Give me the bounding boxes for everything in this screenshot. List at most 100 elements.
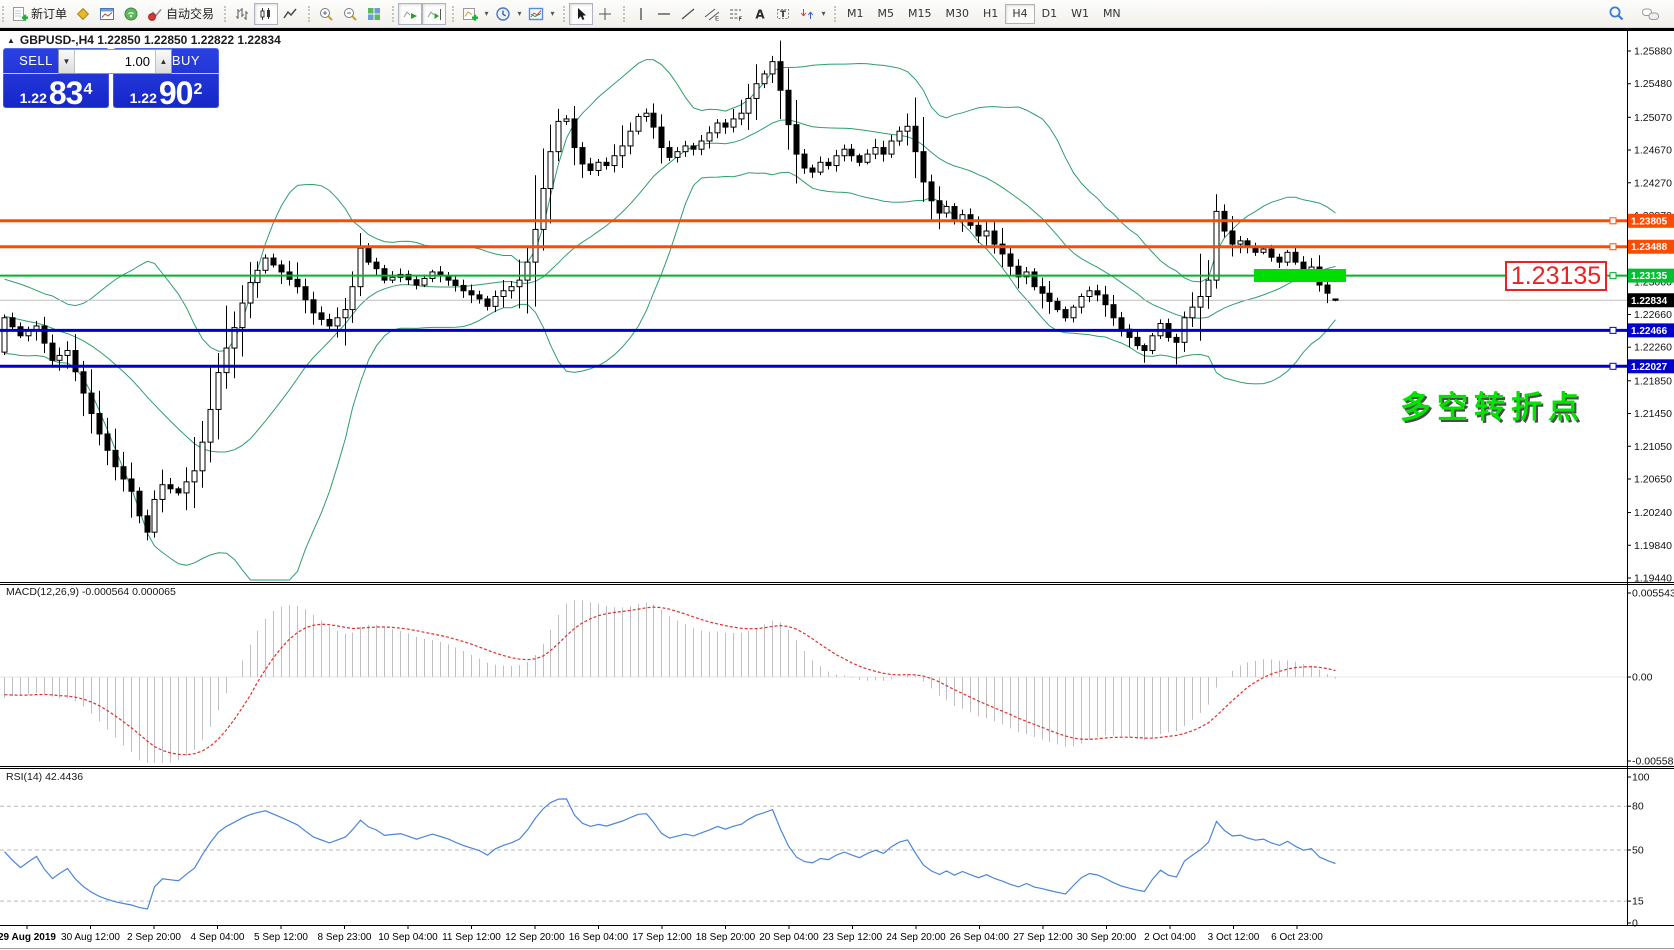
line-chart-icon [283, 8, 297, 18]
svg-text:A: A [755, 7, 765, 21]
clock-icon [496, 6, 510, 21]
signals-button[interactable] [119, 3, 143, 25]
volume-increase-button[interactable]: ▲ [156, 50, 171, 73]
chat-icon [1642, 8, 1659, 20]
new-order-label: 新订单 [31, 7, 68, 21]
svg-text:4 Sep 04:00: 4 Sep 04:00 [191, 932, 245, 943]
volume-input[interactable] [74, 50, 156, 73]
periods-button[interactable] [491, 3, 515, 25]
cursor-button[interactable] [569, 2, 594, 25]
macd-panel: 0.005543 0.00 -0.005583 [0, 588, 1674, 768]
templates-dropdown-caret[interactable]: ▾ [548, 9, 557, 18]
trendline-button[interactable] [676, 3, 700, 25]
cursor-icon [578, 7, 587, 20]
new-chart-button[interactable] [95, 3, 119, 25]
toolbar-group-objects: E F A T ▾ [621, 1, 832, 27]
timeframe-H4-button[interactable]: H4 [1005, 3, 1035, 24]
chart-profile-button[interactable] [71, 3, 95, 25]
volume-decrease-button[interactable]: ▼ [59, 50, 74, 73]
svg-text:6 Oct 23:00: 6 Oct 23:00 [1271, 932, 1323, 943]
svg-text:23 Sep 12:00: 23 Sep 12:00 [823, 932, 883, 943]
highlight-box [1254, 269, 1346, 282]
equidistant-channel-button[interactable]: E [700, 3, 724, 25]
rsi-label: RSI(14) 42.4436 [6, 771, 84, 783]
fibonacci-button[interactable]: F [724, 3, 748, 25]
candles-layer [1, 40, 1339, 541]
search-button[interactable] [1604, 3, 1629, 25]
svg-text:26 Sep 04:00: 26 Sep 04:00 [950, 932, 1010, 943]
crosshair-button[interactable] [593, 3, 617, 25]
fibonacci-icon: F [730, 9, 743, 22]
chart-title: GBPUSD-,H4 1.22850 1.22850 1.22822 1.228… [19, 33, 281, 47]
annotation-text[interactable]: 多空转折点 [1400, 382, 1585, 427]
svg-text:T: T [780, 9, 786, 19]
svg-text:1.22260: 1.22260 [1634, 342, 1672, 354]
svg-text:1.23805: 1.23805 [1631, 216, 1668, 227]
tile-windows-button[interactable] [362, 3, 386, 25]
bars-chart-button[interactable] [230, 3, 254, 25]
line-chart-button[interactable] [278, 3, 302, 25]
chat-button[interactable] [1637, 3, 1664, 25]
timeframe-M5-button[interactable]: M5 [871, 4, 902, 24]
buy-price[interactable]: 1.22 90 2 [113, 74, 219, 110]
toolbar-group-timeframes: M1 M5 M15 M30 H1 H4 D1 W1 MN [832, 1, 1132, 27]
zoom-out-button[interactable] [338, 3, 362, 25]
one-click-trading-panel: SELL 1.22834 BUY 1.22902 ▼ ▲ [3, 48, 221, 110]
svg-text:15: 15 [1632, 896, 1644, 908]
trendline-icon [681, 7, 695, 20]
timeframe-D1-button[interactable]: D1 [1035, 4, 1064, 24]
svg-text:5 Sep 12:00: 5 Sep 12:00 [254, 932, 308, 943]
autotrading-button[interactable]: 自动交易 [143, 3, 218, 25]
svg-text:11 Sep 12:00: 11 Sep 12:00 [442, 932, 501, 943]
timeframe-M1-button[interactable]: M1 [840, 4, 871, 24]
autoscroll-button[interactable] [398, 2, 423, 25]
candlestick-chart-button[interactable] [254, 2, 279, 25]
buy-price-pip: 2 [193, 81, 203, 98]
collapse-panel-arrow[interactable]: ▲ [7, 36, 15, 45]
vertical-line-button[interactable] [629, 3, 652, 25]
timeframe-M15-button[interactable]: M15 [901, 4, 939, 24]
text-label-button[interactable]: T [771, 3, 795, 25]
svg-text:1.25070: 1.25070 [1634, 112, 1672, 124]
chart-shift-icon [427, 8, 442, 20]
svg-text:1.21450: 1.21450 [1634, 408, 1672, 420]
zoom-in-button[interactable] [314, 3, 338, 25]
horizontal-line-button[interactable] [652, 3, 676, 25]
toolbar: 新订单 自动交易 ▾ ▾ ▾ E F A T ▾ M1 M5 M15 M30 H… [0, 0, 1674, 28]
new-order-button[interactable]: 新订单 [8, 3, 71, 25]
chart-canvas[interactable]: 1.25880 1.25480 1.25070 1.24670 1.24270 1.238… [0, 0, 1674, 950]
svg-text:30 Aug 12:00: 30 Aug 12:00 [61, 932, 120, 943]
indicators-button[interactable] [458, 3, 482, 25]
chart-shift-button[interactable] [422, 2, 447, 25]
indicators-dropdown-caret[interactable]: ▾ [482, 9, 491, 18]
channel-icon: E [704, 8, 720, 22]
svg-text:12 Sep 20:00: 12 Sep 20:00 [505, 932, 565, 943]
sell-price[interactable]: 1.22 83 4 [3, 74, 109, 110]
svg-text:29 Aug 2019: 29 Aug 2019 [0, 932, 56, 943]
horizontal-line-icon [658, 12, 671, 15]
svg-text:1.20240: 1.20240 [1634, 507, 1672, 519]
text-label-icon: T [777, 8, 790, 19]
price-callout-box[interactable]: 1.23135 [1505, 261, 1607, 291]
toolbar-group-chart-type [222, 1, 306, 27]
autotrading-label: 自动交易 [166, 7, 215, 21]
text-button[interactable]: A [748, 3, 771, 25]
search-icon [1609, 6, 1624, 21]
timeframe-H1-button[interactable]: H1 [976, 4, 1005, 24]
text-a-icon: A [755, 7, 765, 21]
timeframe-MN-button[interactable]: MN [1096, 4, 1128, 24]
timeframe-M30-button[interactable]: M30 [939, 4, 977, 24]
timeframe-W1-button[interactable]: W1 [1064, 4, 1096, 24]
svg-text:2 Sep 20:00: 2 Sep 20:00 [127, 932, 181, 943]
toolbar-group-indicators: ▾ ▾ ▾ [450, 1, 561, 27]
svg-text:20 Sep 04:00: 20 Sep 04:00 [759, 932, 819, 943]
svg-text:2 Oct 04:00: 2 Oct 04:00 [1144, 932, 1196, 943]
svg-text:1.23135: 1.23135 [1631, 271, 1668, 282]
arrows-dropdown-caret[interactable]: ▾ [819, 9, 828, 18]
periods-dropdown-caret[interactable]: ▾ [515, 9, 524, 18]
svg-text:27 Sep 12:00: 27 Sep 12:00 [1013, 932, 1073, 943]
arrows-button[interactable] [795, 3, 819, 25]
candlestick-chart-icon [260, 7, 271, 20]
svg-text:1.21850: 1.21850 [1634, 375, 1672, 387]
templates-button[interactable] [524, 3, 548, 25]
